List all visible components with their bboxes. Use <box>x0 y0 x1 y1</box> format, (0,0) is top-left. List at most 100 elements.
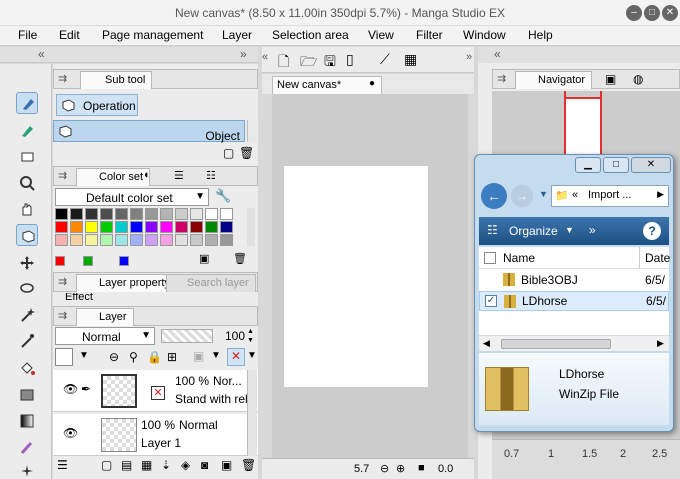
combine-layer-icon[interactable]: ◈ <box>181 458 190 472</box>
help-icon[interactable]: ? <box>643 222 661 240</box>
organize-button[interactable]: Organize <box>509 224 558 238</box>
new-folder-icon[interactable]: ▦ <box>141 458 152 472</box>
address-field[interactable]: 📁 « Import ... ▶ <box>551 185 669 207</box>
menu-selection-area[interactable]: Selection area <box>272 28 349 42</box>
forward-arrow-icon[interactable]: → <box>511 185 533 207</box>
tool-marker[interactable] <box>16 120 38 142</box>
right-collapse-bar[interactable]: « <box>478 47 680 63</box>
swatch-red[interactable] <box>55 256 65 266</box>
file-checkbox[interactable]: ✓ <box>485 295 497 307</box>
collapse-icon[interactable]: « <box>262 51 268 63</box>
collapse-left-icon[interactable]: « <box>494 47 501 61</box>
mask-icon[interactable]: ▣ <box>193 349 204 363</box>
layer-list-icon[interactable]: ☰ <box>57 458 68 472</box>
explorer-close-button[interactable]: ✕ <box>631 157 671 173</box>
rotation-value[interactable]: 0.0 <box>438 463 453 475</box>
swatch-green[interactable] <box>83 256 93 266</box>
color-swatch[interactable] <box>115 234 128 246</box>
minimize-button[interactable]: – <box>626 5 642 21</box>
tool-hand[interactable] <box>16 198 38 220</box>
color-swatch[interactable] <box>160 208 173 220</box>
zoom-out-icon[interactable]: ⊖ <box>380 462 389 475</box>
color-history-icon[interactable]: ☷ <box>206 169 216 182</box>
menu-help[interactable]: Help <box>528 28 553 42</box>
canvas-viewport[interactable] <box>272 94 468 458</box>
color-swatch[interactable] <box>55 208 68 220</box>
ruler-icon[interactable]: ⟋ <box>380 51 390 68</box>
new-vector-layer-icon[interactable]: ▤ <box>121 458 132 472</box>
collapse-left-icon[interactable]: « <box>38 47 45 61</box>
tool-eraser[interactable] <box>16 146 38 168</box>
close-button[interactable]: ✕ <box>662 5 678 21</box>
visibility-eye-icon[interactable]: 👁 <box>63 426 78 440</box>
new-raster-layer-icon[interactable]: ▢ <box>101 458 112 472</box>
tool-brush[interactable] <box>16 436 38 458</box>
add-color-icon[interactable]: ▣ <box>199 252 209 265</box>
chevron-down-icon[interactable]: ▼ <box>211 350 221 361</box>
color-swatch[interactable] <box>130 234 143 246</box>
zoom-value[interactable]: 5.7 <box>354 463 369 475</box>
ruler-off-icon[interactable]: ✕ <box>227 348 245 366</box>
color-swatch[interactable] <box>175 234 188 246</box>
colorset-dropdown[interactable]: Default color set ▼ <box>55 188 209 206</box>
tab-layer[interactable]: Layer <box>76 308 134 326</box>
color-swatch[interactable] <box>160 221 173 233</box>
panel-menu-icon[interactable]: ⇉ <box>58 275 67 288</box>
color-swatch[interactable] <box>100 234 113 246</box>
color-swatch[interactable] <box>145 221 158 233</box>
color-swatch[interactable] <box>220 234 233 246</box>
menu-view[interactable]: View <box>368 28 394 42</box>
color-swatch[interactable] <box>175 221 188 233</box>
color-swatch[interactable] <box>220 208 233 220</box>
file-row-selected[interactable]: ✓ LDhorse 6/5/ <box>479 291 669 311</box>
select-all-checkbox[interactable] <box>484 252 496 264</box>
delete-subtool-icon[interactable]: 🗑 <box>239 146 254 160</box>
color-swatch-grid[interactable] <box>55 208 251 246</box>
color-wheel-icon[interactable]: ◐ <box>144 169 151 181</box>
tool-lasso[interactable] <box>16 278 38 300</box>
opacity-spinner[interactable]: ▲ ▼ <box>247 327 257 345</box>
tab-new-canvas[interactable]: New canvas* ● <box>272 76 382 94</box>
color-swatch[interactable] <box>70 221 83 233</box>
color-swatch[interactable] <box>205 221 218 233</box>
explorer-maximize-button[interactable]: □ <box>603 157 629 173</box>
layer-row[interactable]: 👁 100 % Normal Layer 1 <box>53 414 258 456</box>
save-icon[interactable]: 🖫 <box>324 51 336 75</box>
color-swatch[interactable] <box>115 221 128 233</box>
fit-icon[interactable]: ■ <box>418 462 425 474</box>
transfer-down-icon[interactable]: ⇣ <box>161 458 171 472</box>
menu-page-management[interactable]: Page management <box>102 28 203 42</box>
panel-menu-icon[interactable]: ⇉ <box>58 72 67 85</box>
tool-move[interactable] <box>16 252 38 274</box>
color-swatch[interactable] <box>190 234 203 246</box>
swatch-blue[interactable] <box>119 256 129 266</box>
open-folder-icon[interactable]: 🗁 <box>300 51 317 75</box>
reference-icon[interactable]: ⚲ <box>129 350 138 364</box>
menu-window[interactable]: Window <box>463 28 506 42</box>
scroll-thumb[interactable] <box>501 339 611 349</box>
tab-subtool[interactable]: Sub tool <box>80 71 153 89</box>
color-swatch-box[interactable] <box>55 348 73 366</box>
color-swatch[interactable] <box>190 208 203 220</box>
color-swatch[interactable] <box>55 234 68 246</box>
color-swatch[interactable] <box>85 234 98 246</box>
menu-edit[interactable]: Edit <box>59 28 80 42</box>
left-collapse-bar[interactable]: « » <box>0 47 258 63</box>
file-list-scrollbar[interactable]: ◀ ▶ <box>479 335 669 351</box>
color-swatch[interactable] <box>145 234 158 246</box>
color-swatch[interactable] <box>70 208 83 220</box>
layer-mask-icon[interactable]: ◙ <box>201 458 208 472</box>
chevron-down-icon[interactable]: ▼ <box>539 189 548 199</box>
panel-menu-icon[interactable]: ⇉ <box>497 72 506 85</box>
layer-row-selected[interactable]: 👁 ✒ ✕ 100 % Nor... Stand with rela <box>53 370 258 412</box>
opacity-slider[interactable] <box>161 329 213 343</box>
close-tab-icon[interactable]: ● <box>369 78 375 89</box>
explorer-minimize-button[interactable]: ▁ <box>575 157 601 173</box>
column-date[interactable]: Date <box>645 251 670 265</box>
new-file-icon[interactable]: 🗋 <box>278 51 289 75</box>
lock-icon[interactable]: 🔒 <box>147 350 162 364</box>
swatch-scrollbar[interactable] <box>247 208 255 246</box>
tab-layer-property[interactable]: Layer property <box>76 274 177 292</box>
color-swatch[interactable] <box>85 221 98 233</box>
back-arrow-icon[interactable]: ← <box>481 183 507 209</box>
